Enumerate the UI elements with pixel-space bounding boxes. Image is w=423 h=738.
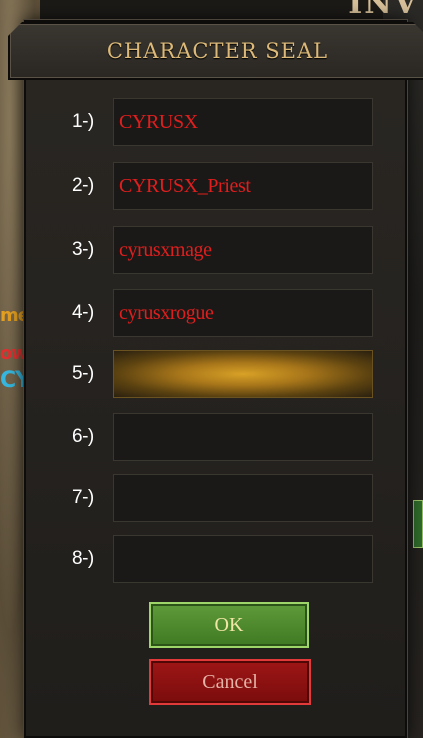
character-slot-5-selected[interactable] <box>113 350 373 398</box>
slot-number-label: 2-) <box>72 175 94 196</box>
character-slot-2[interactable]: CYRUSX_Priest <box>113 162 373 210</box>
dialog-title: CHARACTER SEAL <box>106 39 329 63</box>
character-slot-row: 6-) <box>26 413 405 461</box>
slot-number-label: 7-) <box>72 487 94 508</box>
dialog-title-bar: CHARACTER SEAL <box>8 22 423 80</box>
character-name: cyrusxrogue <box>119 301 214 324</box>
character-slot-3[interactable]: cyrusxmage <box>113 226 373 274</box>
slot-number-label: 6-) <box>72 426 94 447</box>
character-slot-4[interactable]: cyrusxrogue <box>113 289 373 337</box>
character-slot-8[interactable] <box>113 535 373 583</box>
character-slot-row: 3-) cyrusxmage <box>26 226 405 274</box>
character-slot-row: 5-) <box>26 350 405 398</box>
slot-number-label: 5-) <box>72 363 94 384</box>
slot-number-label: 4-) <box>72 302 94 323</box>
background-green-button <box>413 500 423 548</box>
character-slot-row: 4-) cyrusxrogue <box>26 289 405 337</box>
character-slot-row: 1-) CYRUSX <box>26 98 405 146</box>
character-slot-row: 7-) <box>26 474 405 522</box>
character-seal-dialog: CHARACTER SEAL 1-) CYRUSX 2-) CYRUSX_Pri… <box>24 20 407 738</box>
slot-number-label: 1-) <box>72 111 94 132</box>
character-slot-7[interactable] <box>113 474 373 522</box>
character-slot-row: 8-) <box>26 535 405 583</box>
ok-button[interactable]: OK <box>149 602 309 648</box>
slot-number-label: 3-) <box>72 239 94 260</box>
cancel-button[interactable]: Cancel <box>149 659 311 705</box>
character-slot-1[interactable]: CYRUSX <box>113 98 373 146</box>
inventory-title-fragment: INV <box>348 0 419 21</box>
character-name: CYRUSX_Priest <box>119 174 251 197</box>
character-slot-6[interactable] <box>113 413 373 461</box>
character-name: cyrusxmage <box>119 238 212 261</box>
background-text-fragment: ow <box>0 343 28 364</box>
character-name: CYRUSX <box>119 110 198 133</box>
character-slot-row: 2-) CYRUSX_Priest <box>26 162 405 210</box>
slot-number-label: 8-) <box>72 548 94 569</box>
